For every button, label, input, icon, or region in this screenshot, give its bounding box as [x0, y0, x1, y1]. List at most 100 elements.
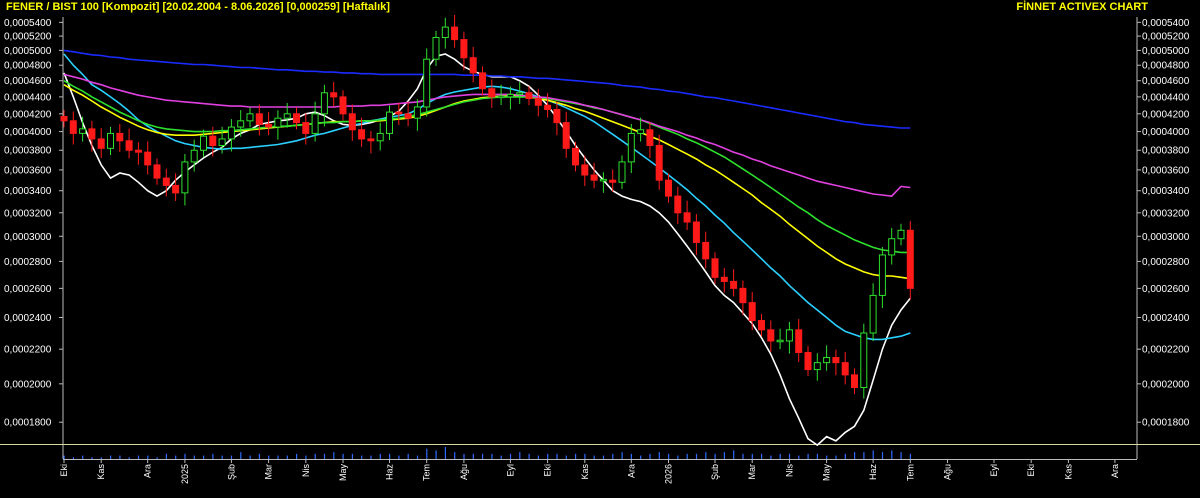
volume-bar: [779, 453, 781, 459]
volume-bar: [203, 455, 205, 459]
volume-bar: [482, 453, 484, 459]
volume-bar: [286, 455, 288, 459]
candle: [69, 111, 77, 145]
candle-body: [227, 126, 235, 140]
candle-body: [702, 241, 710, 260]
candle: [869, 283, 877, 342]
y-tick-label: 0,0004800: [1142, 61, 1190, 72]
volume-bar: [398, 455, 400, 459]
volume-bar: [389, 453, 391, 459]
candle-body: [190, 149, 198, 163]
candle-body: [758, 320, 765, 331]
candle: [711, 252, 719, 284]
volume-bar: [333, 452, 335, 459]
candle-body: [479, 72, 486, 90]
volume-bar: [630, 453, 632, 459]
volume-bar: [770, 455, 772, 459]
volume-bar: [323, 453, 326, 459]
candle-body: [339, 96, 347, 115]
x-tick-label: Eyl: [505, 464, 515, 477]
y-tick-label: 0,0003800: [1142, 146, 1190, 157]
candle-body: [88, 128, 96, 140]
y-tick-label: 0,0005000: [4, 46, 52, 57]
candle: [255, 104, 263, 136]
candle: [823, 345, 831, 371]
volume-bar: [268, 455, 270, 459]
volume-bar: [733, 450, 735, 459]
y-tick-label: 0,0002000: [1142, 379, 1190, 390]
candle: [60, 109, 68, 128]
x-tick-label: Tem: [422, 464, 432, 481]
candle-body: [320, 92, 328, 115]
volume-bar: [863, 452, 865, 459]
y-tick-label: 0,0004200: [4, 109, 52, 120]
x-tick-label: Haz: [385, 464, 395, 481]
y-tick-label: 0,0003000: [1142, 232, 1190, 243]
candle-body: [488, 88, 496, 98]
y-tick-label: 0,0004400: [1142, 92, 1190, 103]
volume-bar: [807, 453, 809, 459]
candle-body: [581, 164, 589, 176]
volume-bar: [798, 455, 800, 459]
volume-bar: [509, 453, 512, 459]
price-chart[interactable]: 0,0005400 0,0005200 0,0005000 0,0004800 0,00…: [0, 0, 1200, 498]
y-tick-label: 0,0002200: [4, 345, 52, 356]
candle: [376, 122, 384, 151]
candle: [144, 141, 152, 175]
candle-body: [823, 357, 831, 364]
candle-body: [795, 329, 803, 353]
volume-bar: [72, 457, 74, 459]
candle: [246, 107, 254, 128]
candle-body: [97, 138, 105, 149]
moving-average-line: [63, 53, 911, 447]
volume-bar: [379, 453, 381, 459]
candle: [702, 231, 710, 269]
candle-body: [906, 229, 914, 289]
candle-body: [413, 106, 421, 119]
candle: [116, 124, 124, 152]
candle: [813, 353, 821, 381]
candle-body: [730, 280, 738, 289]
x-tick-label: Kas: [96, 464, 106, 480]
volume-bar: [909, 453, 911, 459]
candle: [860, 323, 868, 399]
volume-bar: [407, 453, 409, 459]
candle-body: [562, 122, 570, 149]
candle-body: [832, 357, 840, 364]
candle: [795, 319, 803, 363]
volume-bar: [826, 455, 828, 459]
volume-bar: [686, 453, 688, 459]
candle-body: [469, 57, 477, 74]
volume-bar: [193, 455, 195, 459]
y-tick-label: 0,0004800: [4, 61, 52, 72]
x-tick-label: Ağu: [943, 464, 953, 480]
candle-body: [813, 362, 821, 371]
volume-bar: [63, 455, 65, 459]
candle: [897, 223, 905, 246]
candle: [330, 82, 338, 107]
x-tick-label: Şub: [710, 464, 720, 480]
candle: [441, 17, 449, 49]
volume-bar: [128, 457, 130, 459]
candle: [758, 314, 765, 337]
y-tick-label: 0,0002400: [1142, 313, 1190, 324]
volume-bar: [100, 457, 102, 459]
volume-bar: [519, 452, 521, 459]
x-tick-label: Eki: [1026, 464, 1036, 477]
candle-body: [516, 92, 524, 95]
candle-body: [237, 120, 245, 128]
candle: [181, 154, 189, 206]
x-tick-label: Eki: [59, 464, 69, 477]
volume-bar: [426, 448, 428, 459]
candle: [339, 90, 347, 121]
x-tick-label: Şub: [226, 464, 236, 480]
candle-body: [776, 339, 784, 343]
candle-body: [116, 132, 124, 142]
candle-body: [432, 36, 440, 60]
volume-bar: [677, 455, 679, 459]
volume-bar: [463, 453, 465, 459]
candle-body: [348, 113, 356, 131]
x-tick-label: Ara: [626, 464, 636, 478]
candle: [302, 113, 310, 145]
candle: [888, 227, 896, 265]
